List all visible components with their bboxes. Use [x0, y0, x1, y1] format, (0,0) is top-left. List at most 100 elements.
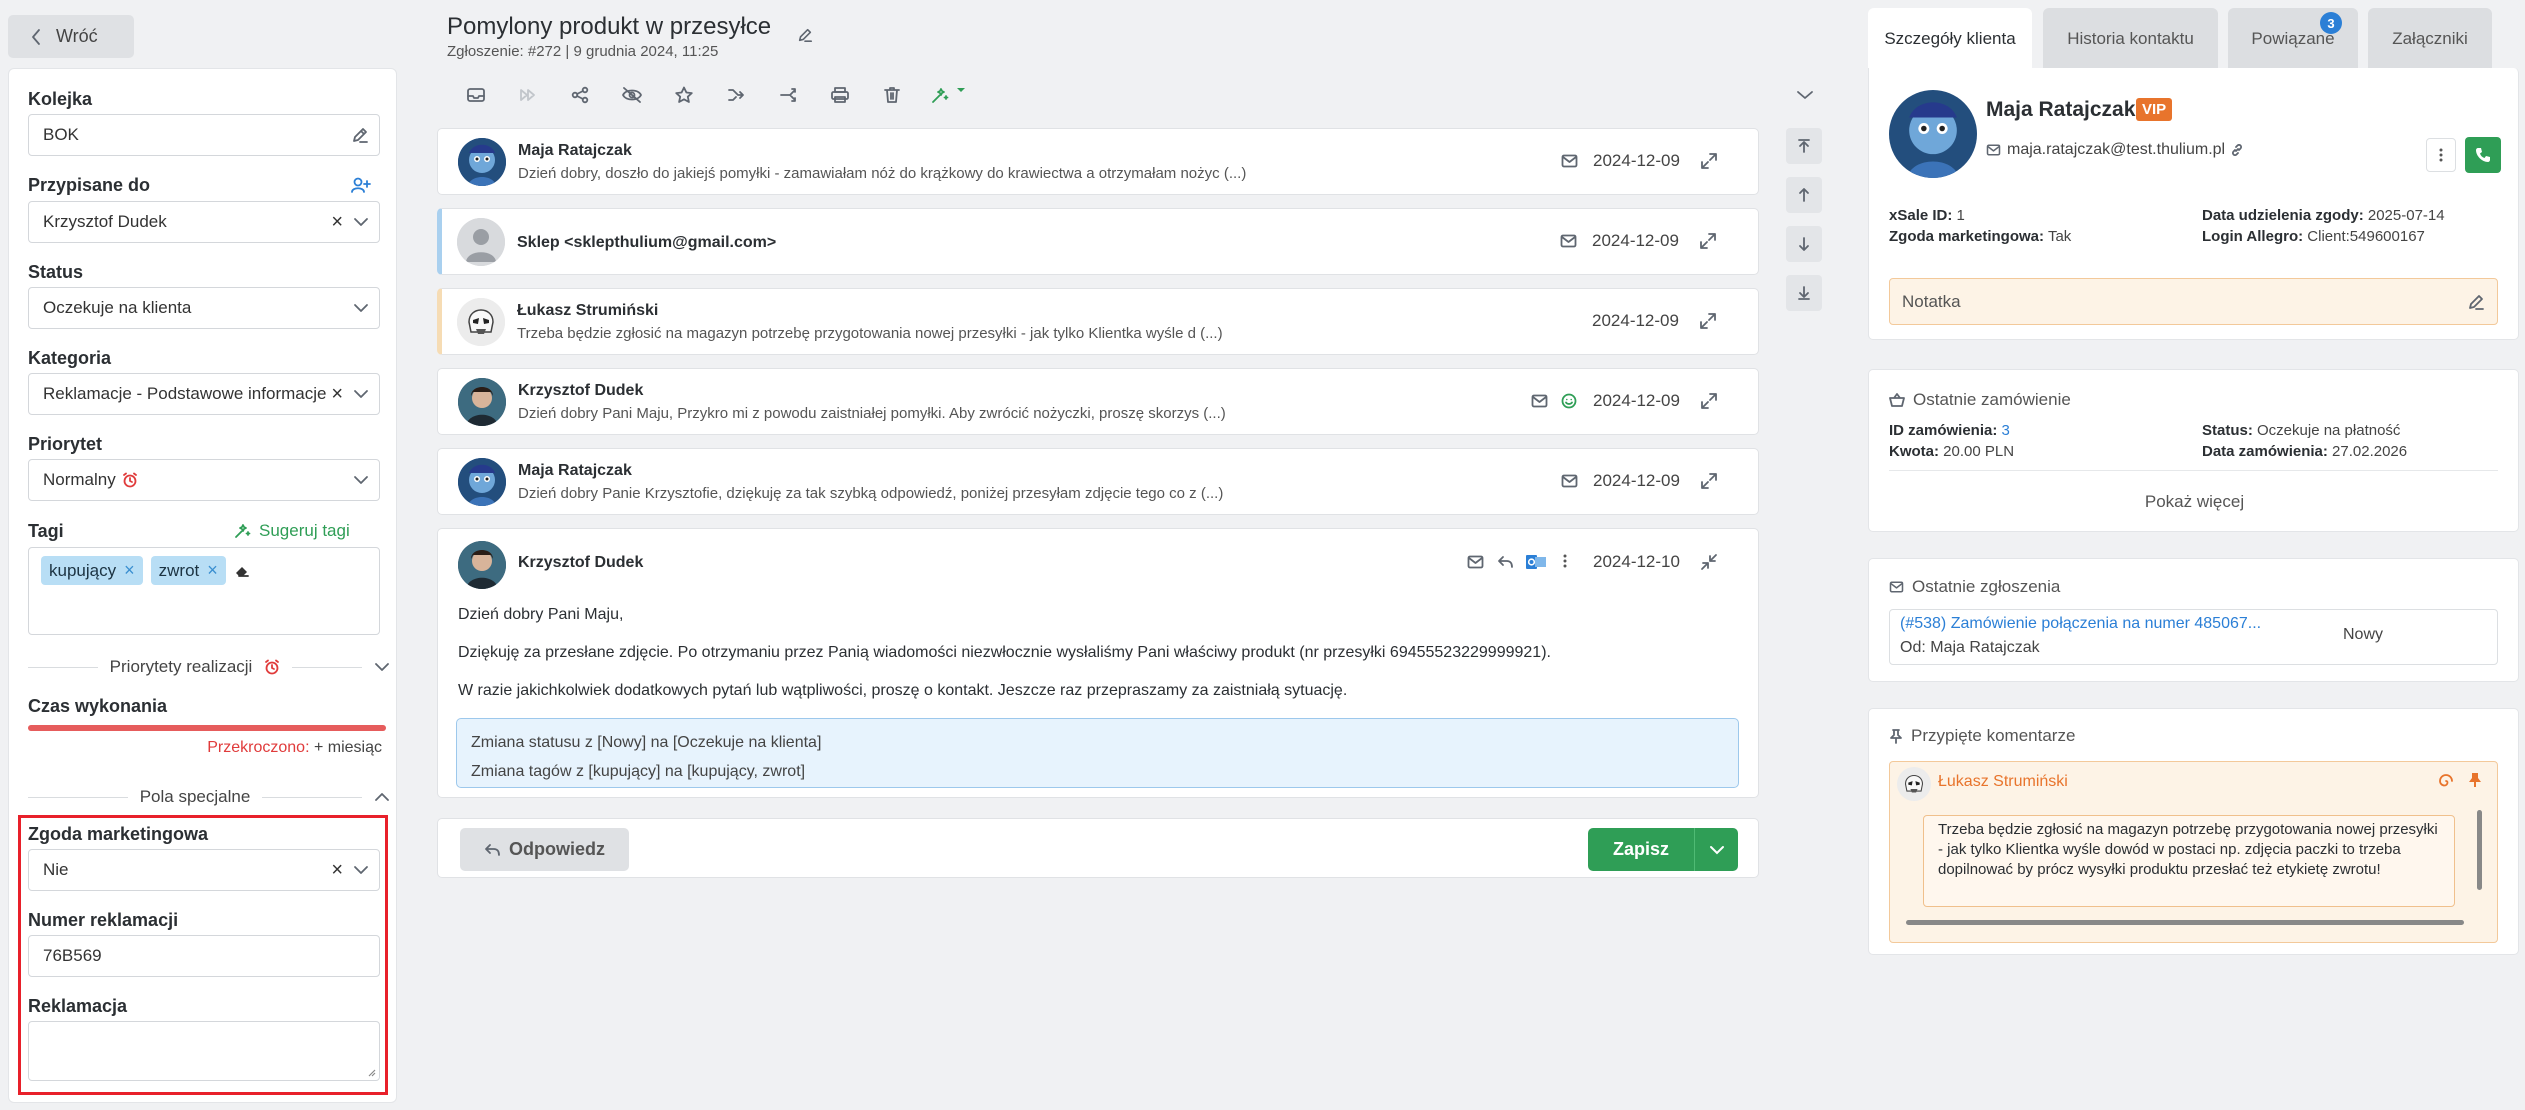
- save-label: Zapisz: [1612, 839, 1669, 859]
- message-item[interactable]: Maja Ratajczak Dzień dobry, doszło do ja…: [437, 128, 1759, 195]
- message-item[interactable]: Krzysztof Dudek Dzień dobry Pani Maju, P…: [437, 368, 1759, 435]
- priorities-section-header[interactable]: Priorytety realizacji: [28, 657, 390, 677]
- last-tickets-title: Ostatnie zgłoszenia: [1912, 577, 2061, 596]
- alarm-clock-icon: [122, 472, 353, 488]
- phone-icon: [2474, 146, 2492, 164]
- last-order-card: Ostatnie zamówienie ID zamówienia: 3 Sta…: [1868, 369, 2519, 532]
- share-icon[interactable]: [554, 86, 606, 104]
- magic-wand-dropdown[interactable]: [918, 86, 978, 104]
- expand-icon[interactable]: [1700, 472, 1718, 490]
- reply-bar: [437, 818, 1759, 878]
- outlook-icon: [1526, 554, 1546, 570]
- priority-select[interactable]: Normalny: [28, 459, 380, 501]
- eye-off-icon[interactable]: [606, 86, 658, 104]
- message-greeting: Dzień dobry Pani Maju,: [458, 606, 624, 623]
- more-vertical-icon[interactable]: [1562, 553, 1568, 569]
- save-options-button[interactable]: [1694, 828, 1738, 871]
- remove-tag-icon[interactable]: ×: [207, 560, 218, 581]
- scroll-bottom-button[interactable]: [1786, 275, 1822, 311]
- print-icon[interactable]: [814, 86, 866, 104]
- suggest-tags-link[interactable]: Sugeruj tagi: [233, 521, 350, 541]
- star-icon[interactable]: [658, 86, 710, 104]
- tab-client-details[interactable]: Szczegóły klienta: [1868, 8, 2032, 70]
- scroll-top-button[interactable]: [1786, 128, 1822, 164]
- reply-icon[interactable]: [1497, 555, 1514, 569]
- chevron-down-icon[interactable]: [353, 217, 369, 227]
- previous-message-button[interactable]: [1786, 177, 1822, 213]
- tags-change-note: Zmiana tagów z [kupujący] na [kupujący, …: [471, 763, 806, 780]
- eraser-icon[interactable]: [234, 563, 250, 579]
- message-date: 2024-12-09: [1593, 471, 1680, 490]
- divider: [1889, 470, 2498, 471]
- expand-icon[interactable]: [1699, 312, 1717, 330]
- tags-input[interactable]: kupujący × zwrot ×: [28, 547, 380, 635]
- client-note-field[interactable]: Notatka: [1889, 278, 2498, 325]
- envelope-icon: [1561, 154, 1578, 168]
- show-more-button[interactable]: Pokaż więcej: [1869, 492, 2520, 512]
- tab-contact-history[interactable]: Historia kontaktu: [2043, 8, 2218, 70]
- message-sender: Sklep <sklepthulium@gmail.com>: [517, 234, 777, 251]
- last-order-header: Ostatnie zamówienie: [1889, 390, 2071, 410]
- chevron-down-icon[interactable]: [353, 389, 369, 399]
- tab-attachments[interactable]: Załączniki: [2368, 8, 2492, 70]
- merge-icon[interactable]: [710, 86, 762, 104]
- back-button[interactable]: Wróć: [8, 15, 134, 58]
- client-name: Maja Ratajczak: [1986, 98, 2136, 121]
- assigned-label: Przypisane do: [28, 175, 151, 195]
- collapse-all-icon[interactable]: [1795, 89, 1815, 101]
- call-button[interactable]: [2465, 137, 2501, 173]
- message-item[interactable]: Maja Ratajczak Dzień dobry Panie Krzyszt…: [437, 448, 1759, 515]
- expand-icon[interactable]: [1699, 232, 1717, 250]
- chevron-down-icon[interactable]: [353, 475, 369, 485]
- pinned-header: Przypięte komentarze: [1889, 726, 2075, 746]
- edit-icon[interactable]: [351, 126, 369, 144]
- chevron-down-icon[interactable]: [353, 303, 369, 313]
- order-id-link[interactable]: 3: [2002, 422, 2010, 439]
- message-item[interactable]: Łukasz Strumiński Trzeba będzie zgłosić …: [437, 288, 1759, 355]
- reply-button[interactable]: Odpowiedz: [460, 828, 629, 871]
- ticket-list-item[interactable]: (#538) Zamówienie połączenia na numer 48…: [1889, 609, 2498, 665]
- special-fields-section-header[interactable]: Pola specjalne: [28, 787, 390, 807]
- vertical-scrollbar[interactable]: [2477, 810, 2482, 890]
- edit-title-icon[interactable]: [797, 27, 813, 43]
- tab-label: Historia kontaktu: [2067, 29, 2194, 48]
- link-icon[interactable]: [2231, 144, 2243, 156]
- reply-label: Odpowiedz: [509, 839, 605, 859]
- horizontal-scrollbar[interactable]: [1906, 920, 2464, 925]
- expand-icon[interactable]: [1700, 392, 1718, 410]
- collapse-icon[interactable]: [1700, 553, 1718, 571]
- message-preview: Dzień dobry, doszło do jakiejś pomyłki -…: [518, 165, 1247, 182]
- priority-label: Priorytet: [28, 434, 103, 454]
- category-select[interactable]: Reklamacje - Podstawowe informacje ×: [28, 373, 380, 415]
- remove-tag-icon[interactable]: ×: [124, 560, 135, 581]
- avatar: [458, 541, 506, 589]
- expand-icon[interactable]: [1700, 152, 1718, 170]
- clear-icon[interactable]: ×: [331, 384, 343, 404]
- chevron-down-icon[interactable]: [374, 662, 390, 672]
- trash-icon[interactable]: [866, 86, 918, 104]
- save-button[interactable]: Zapisz: [1588, 828, 1694, 871]
- clear-icon[interactable]: ×: [331, 212, 343, 232]
- comment-author: Łukasz Strumiński: [1938, 773, 2068, 790]
- avatar: [458, 458, 506, 506]
- assigned-select[interactable]: Krzysztof Dudek ×: [28, 201, 380, 243]
- ticket-from: Od: Maja Ratajczak: [1900, 639, 2040, 656]
- tab-label: Powiązane: [2251, 29, 2335, 48]
- chevron-down-icon: [1709, 845, 1725, 855]
- client-more-button[interactable]: [2426, 138, 2456, 172]
- next-message-button[interactable]: [1786, 226, 1822, 262]
- split-icon[interactable]: [762, 86, 814, 104]
- pin-icon[interactable]: [2468, 772, 2482, 788]
- edit-icon[interactable]: [2467, 293, 2485, 311]
- avatar: [1897, 767, 1931, 801]
- queue-field[interactable]: BOK: [28, 114, 380, 156]
- client-email[interactable]: maja.ratajczak@test.thulium.pl: [1986, 141, 2243, 159]
- envelope-icon: [1531, 394, 1548, 408]
- inbox-icon[interactable]: [450, 86, 502, 104]
- message-preview: Trzeba będzie zgłosić na magazyn potrzeb…: [517, 325, 1223, 342]
- status-select[interactable]: Oczekuje na klienta: [28, 287, 380, 329]
- message-item[interactable]: Sklep <sklepthulium@gmail.com> 2024-12-0…: [437, 208, 1759, 275]
- add-user-icon[interactable]: [350, 176, 372, 194]
- ticket-link[interactable]: (#538) Zamówienie połączenia na numer 48…: [1900, 615, 2261, 633]
- chevron-up-icon[interactable]: [374, 792, 390, 802]
